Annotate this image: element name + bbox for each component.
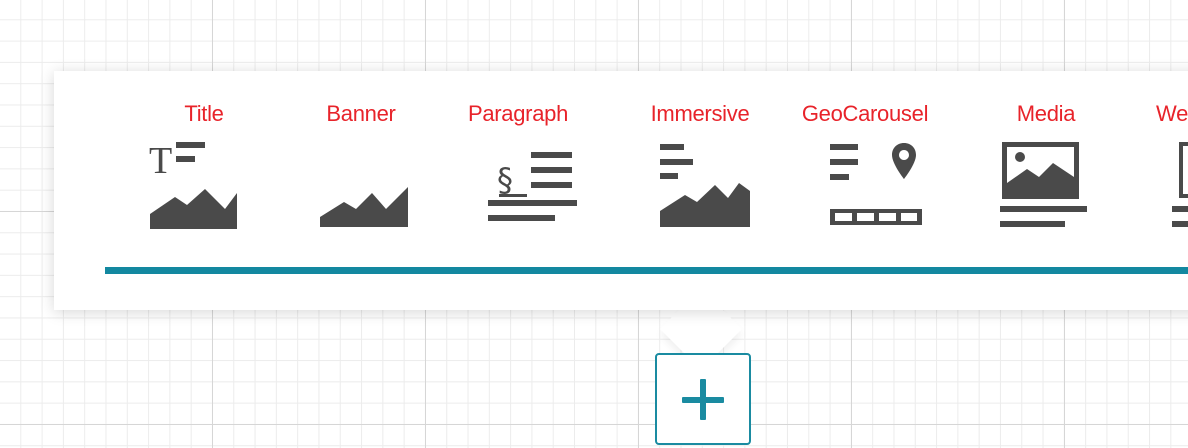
tool-banner[interactable]: Banner	[286, 71, 436, 241]
tool-web-label: Web	[1156, 101, 1188, 126]
tool-immersive[interactable]: Immersive	[625, 71, 775, 241]
tool-paragraph[interactable]: Paragraph §	[443, 71, 593, 241]
tool-media[interactable]: Media	[971, 71, 1121, 241]
media-icon	[1000, 142, 1087, 227]
svg-text:T: T	[149, 140, 172, 182]
accent-bar	[105, 267, 1188, 274]
tool-immersive-label: Immersive	[650, 101, 750, 126]
paragraph-icon: §	[488, 152, 577, 221]
tool-banner-label: Banner	[326, 101, 396, 126]
plus-icon	[682, 379, 724, 420]
immersive-icon	[660, 144, 750, 227]
web-embed-icon	[1172, 142, 1188, 227]
svg-text:§: §	[497, 161, 513, 199]
insert-block-panel: Title T Banner Paragraph § Immersive Geo…	[54, 71, 1188, 310]
tool-media-label: Media	[1016, 101, 1076, 126]
tool-geocarousel-label: GeoCarousel	[801, 101, 929, 126]
tool-paragraph-label: Paragraph	[467, 101, 569, 126]
title-image-icon: T	[149, 140, 237, 229]
banner-image-icon	[320, 187, 408, 227]
tool-geocarousel[interactable]: GeoCarousel	[790, 71, 940, 241]
tool-title-label: Title	[184, 101, 224, 126]
tool-web[interactable]: Web	[1121, 71, 1188, 241]
tool-title[interactable]: Title T	[129, 71, 279, 241]
add-block-button[interactable]	[655, 353, 751, 445]
geocarousel-icon	[830, 143, 922, 225]
